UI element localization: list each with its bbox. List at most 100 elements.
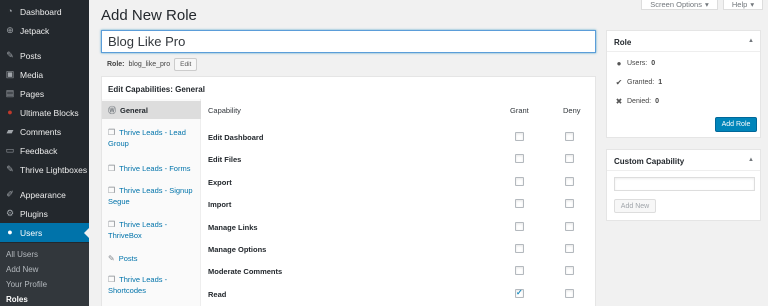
collapse-arrow-icon[interactable]: ▲ [748,157,754,163]
grant-checkbox[interactable] [515,244,524,253]
granted-label: Granted: [627,79,655,86]
deny-checkbox[interactable] [565,221,574,231]
deny-checkbox[interactable] [565,266,574,276]
capability-row: Manage Links [208,217,588,239]
screen-options-label: Screen Options [650,0,702,9]
sidebar-item-jetpack[interactable]: ⊕ Jetpack [0,21,89,40]
edit-slug-button[interactable]: Edit [174,58,198,71]
submenu-item-roles[interactable]: Roles [6,295,28,304]
grant-checkbox[interactable] [515,266,524,276]
denied-label: Denied: [627,98,652,105]
capability-label: Edit Dashboard [208,133,264,142]
wordpress-icon: Ⓦ [108,106,116,115]
granted-stat: ✔ Granted: 1 [615,78,663,87]
role-slug-value: blog_like_pro [128,61,171,68]
cross-icon: ✖ [615,97,623,106]
sidebar-item-appearance[interactable]: ✐ Appearance [0,185,89,204]
submenu-item-all-users[interactable]: All Users [6,250,38,259]
capability-nav-label: General [120,106,148,115]
sidebar-item-label: Posts [20,50,42,61]
grant-checkbox[interactable] [515,176,524,186]
sidebar-item-feedback[interactable]: ▭ Feedback [0,141,89,160]
deny-checkbox[interactable] [565,244,574,253]
granted-value: 1 [658,79,663,86]
capability-nav-item[interactable]: Ⓦ General [102,101,201,119]
sidebar-item-label: Jetpack [20,25,50,36]
custom-capability-input[interactable] [614,177,755,191]
capability-row: Export [208,172,588,194]
grant-checkbox[interactable] [515,199,524,209]
capability-label: Import [208,200,232,210]
add-role-button[interactable]: Add Role [715,117,757,132]
sidebar-item-users[interactable]: ● Users [0,223,89,242]
capability-nav-item[interactable]: ❒ Thrive Leads - ThriveBox [102,219,201,247]
deny-checkbox[interactable] [565,154,574,164]
capability-nav-item[interactable]: ❒ Thrive Leads - Shortcodes [102,274,201,302]
deny-checkbox[interactable] [565,132,574,141]
submenu-item-your-profile[interactable]: Your Profile [6,280,47,289]
capabilities-title: Edit Capabilities: General [108,85,205,94]
capability-label: Manage Links [208,222,258,232]
sidebar-item-label: Plugins [20,208,48,219]
check-icon: ✔ [615,78,623,87]
sidebar-item-ultimate-blocks[interactable]: ● Ultimate Blocks [0,103,89,122]
appearance-icon: ✐ [6,189,14,199]
divider [607,170,760,171]
capability-nav-item[interactable]: ❒ Thrive Leads - Signup Segue [102,185,201,213]
grant-checkbox[interactable] [515,154,524,164]
users-icon: ● [7,227,13,237]
pin-icon: ✎ [6,50,14,60]
capability-row: Edit Files [208,149,588,171]
sidebar-item-comments[interactable]: ▰ Comments [0,122,89,141]
grant-checkbox[interactable] [515,221,524,231]
caret-down-icon: ▾ [750,0,755,9]
sidebar-item-label: Feedback [20,145,58,156]
lightbox-pin-icon: ✎ [6,164,14,174]
help-label: Help [731,0,748,9]
sidebar-item-thrive-lightboxes[interactable]: ✎ Thrive Lightboxes [0,160,89,179]
capability-label: Edit Files [208,155,242,165]
grant-checkbox[interactable] [515,132,524,141]
capability-row: Import [208,194,588,216]
screen-options-button[interactable]: Screen Options ▾ [641,0,718,10]
help-button[interactable]: Help ▾ [723,0,763,10]
denied-stat: ✖ Denied: 0 [615,97,659,106]
thrive-leads-icon: ❒ [108,128,116,137]
role-box-title: Role [614,38,632,47]
sidebar-item-pages[interactable]: ▤ Pages [0,84,89,103]
capability-row: Edit Dashboard [208,127,588,149]
jetpack-icon: ⊕ [6,25,14,35]
sidebar-item-plugins[interactable]: ⚙ Plugins [0,204,89,223]
custom-capability-box: Custom Capability ▲ Add New [606,149,761,221]
submenu-item-add-new[interactable]: Add New [6,265,38,274]
capability-nav-item[interactable]: ❒ Thrive Leads - Lead Group [102,127,201,155]
deny-checkbox[interactable] [565,288,574,298]
users-submenu: All Users Add New Your Profile Roles [0,243,89,306]
sidebar-item-posts[interactable]: ✎ Posts [0,46,89,65]
ultimate-blocks-icon: ● [7,107,13,117]
add-new-capability-button[interactable]: Add New [614,199,656,213]
user-icon: ● [616,59,622,68]
capabilities-nav: Ⓦ General ❒ Thrive Leads - Lead Group ❒ Thriv… [102,99,201,306]
thrive-leads-icon: ❒ [108,220,116,229]
capability-row: Manage Options [208,239,588,261]
sidebar-item-label: Dashboard [20,6,62,17]
sidebar-item-dashboard[interactable]: ◔ Dashboard [0,2,89,21]
users-value: 0 [651,60,656,67]
sidebar-item-media[interactable]: ▣ Media [0,65,89,84]
page-title: Add New Role [101,7,197,24]
role-slug-label: Role: [107,61,125,68]
deny-checkbox[interactable] [565,199,574,209]
capability-nav-item[interactable]: ✎ Posts [102,253,201,267]
thrive-leads-icon: ❒ [108,164,116,173]
media-icon: ▣ [5,69,15,79]
grant-checkbox[interactable] [515,288,524,298]
capability-nav-item[interactable]: ❒ Thrive Leads - Forms [102,163,201,177]
collapse-arrow-icon[interactable]: ▲ [748,38,754,44]
sidebar-item-label: Pages [20,88,45,99]
capability-nav-label: Thrive Leads - Forms [119,164,191,173]
deny-checkbox[interactable] [565,176,574,186]
plugins-icon: ⚙ [5,208,15,218]
role-name-input[interactable] [101,30,596,53]
capability-label: Manage Options [208,245,267,254]
